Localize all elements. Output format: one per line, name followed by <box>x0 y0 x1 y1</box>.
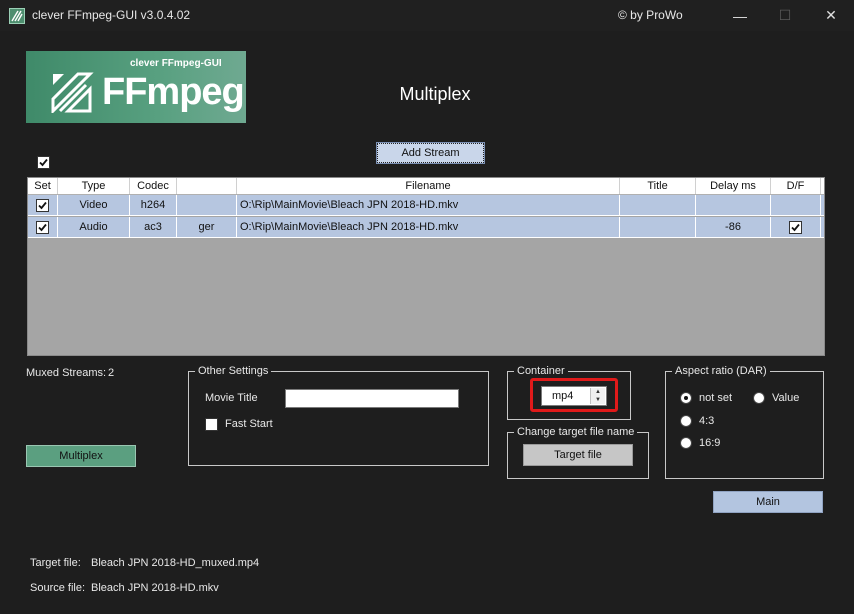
muxed-streams-label: Muxed Streams: <box>26 367 107 379</box>
row-set-checkbox[interactable] <box>36 220 49 234</box>
logo-subtitle: clever FFmpeg-GUI <box>130 58 222 69</box>
ffmpeg-mark-icon <box>50 71 96 116</box>
row-codec: h264 <box>130 195 177 215</box>
row-df-cell <box>771 217 821 237</box>
column-header-language[interactable] <box>177 178 237 194</box>
aspect-not-set-label: not set <box>699 392 733 404</box>
aspect-4-3-label: 4:3 <box>699 415 715 427</box>
container-spinner[interactable]: mp4 ▲ ▼ <box>541 386 607 406</box>
multiplex-button[interactable]: Multiplex <box>26 445 136 467</box>
ffmpeg-logo: clever FFmpeg-GUI FFmpeg <box>26 51 246 123</box>
logo-name: FFmpeg <box>102 71 245 113</box>
table-row[interactable]: Audio ac3 ger O:\Rip\MainMovie\Bleach JP… <box>28 217 824 238</box>
aspect-4-3-radio[interactable] <box>680 415 692 427</box>
table-header: Set Type Codec Filename Title Delay ms D… <box>28 178 824 195</box>
aspect-value-radio[interactable] <box>753 392 765 404</box>
movie-title-input[interactable] <box>285 389 459 408</box>
row-df-checkbox[interactable] <box>789 220 802 234</box>
change-target-title: Change target file name <box>514 426 638 438</box>
container-value: mp4 <box>552 390 574 402</box>
row-set-checkbox[interactable] <box>36 198 49 212</box>
row-filename: O:\Rip\MainMovie\Bleach JPN 2018-HD.mkv <box>237 195 620 215</box>
column-header-set[interactable]: Set <box>28 178 58 194</box>
table-row[interactable]: Video h264 O:\Rip\MainMovie\Bleach JPN 2… <box>28 195 824 216</box>
select-all-checkbox[interactable] <box>37 156 50 169</box>
window-title: clever FFmpeg-GUI v3.0.4.02 <box>32 8 191 22</box>
row-language <box>177 195 237 215</box>
app-icon <box>9 8 25 24</box>
add-stream-button[interactable]: Add Stream <box>376 142 485 164</box>
row-df-cell[interactable] <box>771 195 821 215</box>
row-type: Video <box>58 195 130 215</box>
target-file-value: Bleach JPN 2018-HD_muxed.mp4 <box>91 557 260 569</box>
row-set-cell <box>28 217 58 237</box>
streams-table: Set Type Codec Filename Title Delay ms D… <box>27 177 825 356</box>
row-title[interactable] <box>620 217 696 237</box>
spinner-arrows-icon[interactable]: ▲ ▼ <box>590 388 605 404</box>
muxed-streams-count: 2 <box>108 367 115 379</box>
container-title: Container <box>514 365 568 377</box>
row-set-cell <box>28 195 58 215</box>
copyright-label: © by ProWo <box>618 8 683 22</box>
main-button[interactable]: Main <box>713 491 823 513</box>
aspect-not-set-radio[interactable] <box>680 392 692 404</box>
column-header-codec[interactable]: Codec <box>130 178 177 194</box>
target-file-label: Target file: <box>30 557 81 569</box>
column-header-filename[interactable]: Filename <box>237 178 620 194</box>
column-header-df[interactable]: D/F <box>771 178 821 194</box>
row-codec: ac3 <box>130 217 177 237</box>
row-type: Audio <box>58 217 130 237</box>
maximize-button[interactable]: ☐ <box>762 0 808 31</box>
page-title: Multiplex <box>399 84 471 104</box>
row-delay[interactable] <box>696 195 771 215</box>
aspect-ratio-title: Aspect ratio (DAR) <box>672 365 770 377</box>
aspect-16-9-radio[interactable] <box>680 437 692 449</box>
fast-start-checkbox[interactable] <box>205 418 218 431</box>
other-settings-title: Other Settings <box>195 365 272 377</box>
column-header-title[interactable]: Title <box>620 178 696 194</box>
aspect-value-label: Value <box>772 392 800 404</box>
source-file-label: Source file: <box>30 582 86 594</box>
row-delay[interactable]: -86 <box>696 217 771 237</box>
source-file-value: Bleach JPN 2018-HD.mkv <box>91 582 219 594</box>
column-header-type[interactable]: Type <box>58 178 130 194</box>
fast-start-label: Fast Start <box>225 418 273 430</box>
minimize-button[interactable]: — <box>717 0 763 31</box>
target-file-button[interactable]: Target file <box>523 444 633 466</box>
movie-title-label: Movie Title <box>205 392 258 404</box>
close-button[interactable]: ✕ <box>808 0 854 31</box>
aspect-16-9-label: 16:9 <box>699 437 721 449</box>
column-header-delay[interactable]: Delay ms <box>696 178 771 194</box>
row-title[interactable] <box>620 195 696 215</box>
row-filename: O:\Rip\MainMovie\Bleach JPN 2018-HD.mkv <box>237 217 620 237</box>
row-language: ger <box>177 217 237 237</box>
